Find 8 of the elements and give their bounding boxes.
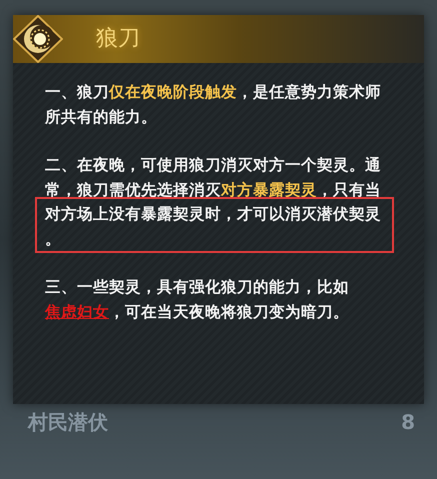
rule-paragraph: 一、狼刀仅在夜晚阶段触发，是任意势力策术师所共有的能力。: [45, 83, 381, 126]
moon-sun-emblem-icon: [13, 15, 63, 63]
unit-link[interactable]: 焦虑妇女: [45, 302, 109, 320]
row-label: 村民潜伏: [28, 412, 108, 432]
row-value: 8: [401, 412, 415, 432]
rule-paragraph: 三、一些契灵，具有强化狼刀的能力，比如 焦虑妇女，可在当天夜晚将狼刀变为暗刀。: [45, 278, 349, 320]
rule-paragraph: 二、在夜晚，可使用狼刀消灭对方一个契灵。通常，狼刀需优先选择消灭对方暴露契灵，只有当对方场上没有暴露契灵时，才可以消灭潜伏契灵。: [45, 156, 381, 248]
dialog-title: 狼刀: [96, 28, 140, 50]
